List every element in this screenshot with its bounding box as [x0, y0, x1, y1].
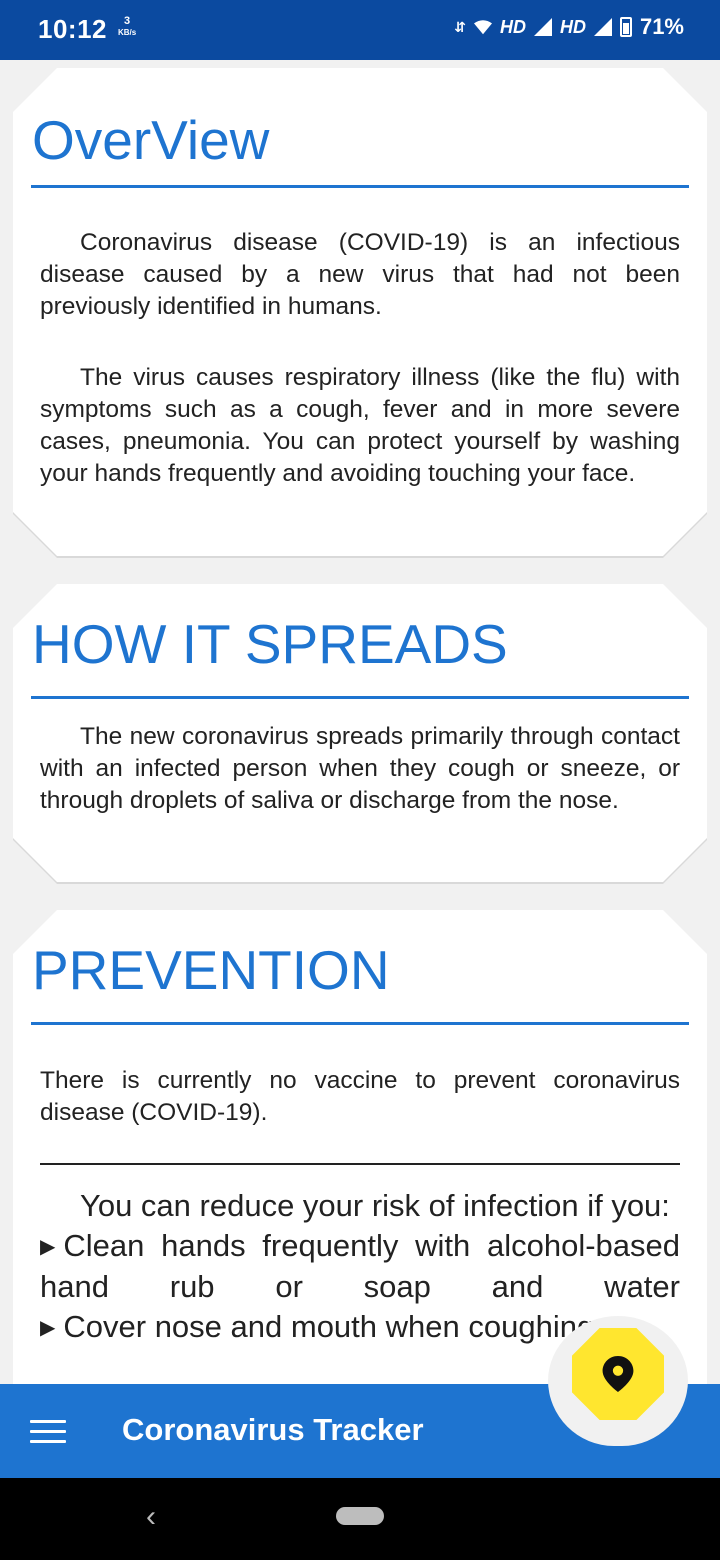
hamburger-menu-icon[interactable] — [30, 1420, 66, 1444]
location-fab-button[interactable] — [572, 1328, 664, 1420]
battery-percent: 71% — [639, 14, 684, 39]
app-title: Coronavirus Tracker — [122, 1412, 424, 1447]
spreads-paragraph: The new coronavirus spreads primarily th… — [40, 723, 680, 814]
overview-card: OverView Coronavirus disease (COVID-19) … — [13, 68, 707, 556]
bullet-item-1: ▶ Clean hands frequently with alcohol-bas… — [40, 1226, 680, 1307]
wifi-icon — [473, 20, 492, 35]
overview-paragraph-2: The virus causes respiratory illness (li… — [40, 364, 680, 487]
scroll-content[interactable]: OverView Coronavirus disease (COVID-19) … — [0, 60, 720, 1384]
network-speed-unit: KB/s — [118, 28, 137, 37]
signal-icon-1 — [533, 18, 552, 36]
title-divider — [31, 1022, 689, 1025]
how-it-spreads-card: HOW IT SPREADS The new coronavirus sprea… — [13, 584, 707, 882]
hd-label-1: HD — [499, 16, 526, 37]
status-bar: 10:12 3 KB/s ⇵ HD HD 71% — [0, 0, 720, 60]
bullet-triangle-icon: ▶ — [40, 1317, 56, 1339]
back-icon[interactable]: ‹ — [146, 1500, 156, 1534]
title-divider — [31, 185, 689, 188]
signal-icon-2 — [593, 18, 612, 36]
data-arrows-icon: ⇵ — [454, 18, 466, 35]
location-pin-icon — [602, 1356, 634, 1392]
card-title: HOW IT SPREADS — [32, 613, 508, 675]
card-title: PREVENTION — [32, 939, 390, 1001]
network-speed: 3 KB/s — [118, 16, 136, 38]
hd-label-2: HD — [559, 16, 586, 37]
bullet-triangle-icon: ▶ — [40, 1236, 56, 1258]
prevention-lead: You can reduce your risk of infection if… — [80, 1188, 670, 1223]
title-divider — [31, 696, 689, 699]
status-time: 10:12 — [38, 14, 107, 44]
system-nav-bar: ‹ — [0, 1478, 720, 1560]
bullet-text-2: Cover nose and mouth when coughing — [63, 1309, 595, 1344]
bullet-text-1: Clean hands frequently with alcohol-base… — [40, 1228, 680, 1304]
overview-paragraph-1: Coronavirus disease (COVID-19) is an inf… — [40, 229, 680, 320]
prevention-card: PREVENTION There is currently no vaccine… — [13, 910, 707, 1384]
prevention-paragraph: There is currently no vaccine to prevent… — [40, 1067, 680, 1126]
network-speed-value: 3 — [124, 15, 131, 27]
section-divider — [40, 1163, 680, 1165]
home-pill-icon[interactable] — [336, 1507, 384, 1525]
battery-icon — [619, 17, 632, 37]
card-title: OverView — [32, 109, 270, 171]
status-icons: ⇵ HD HD 71% — [454, 14, 684, 40]
